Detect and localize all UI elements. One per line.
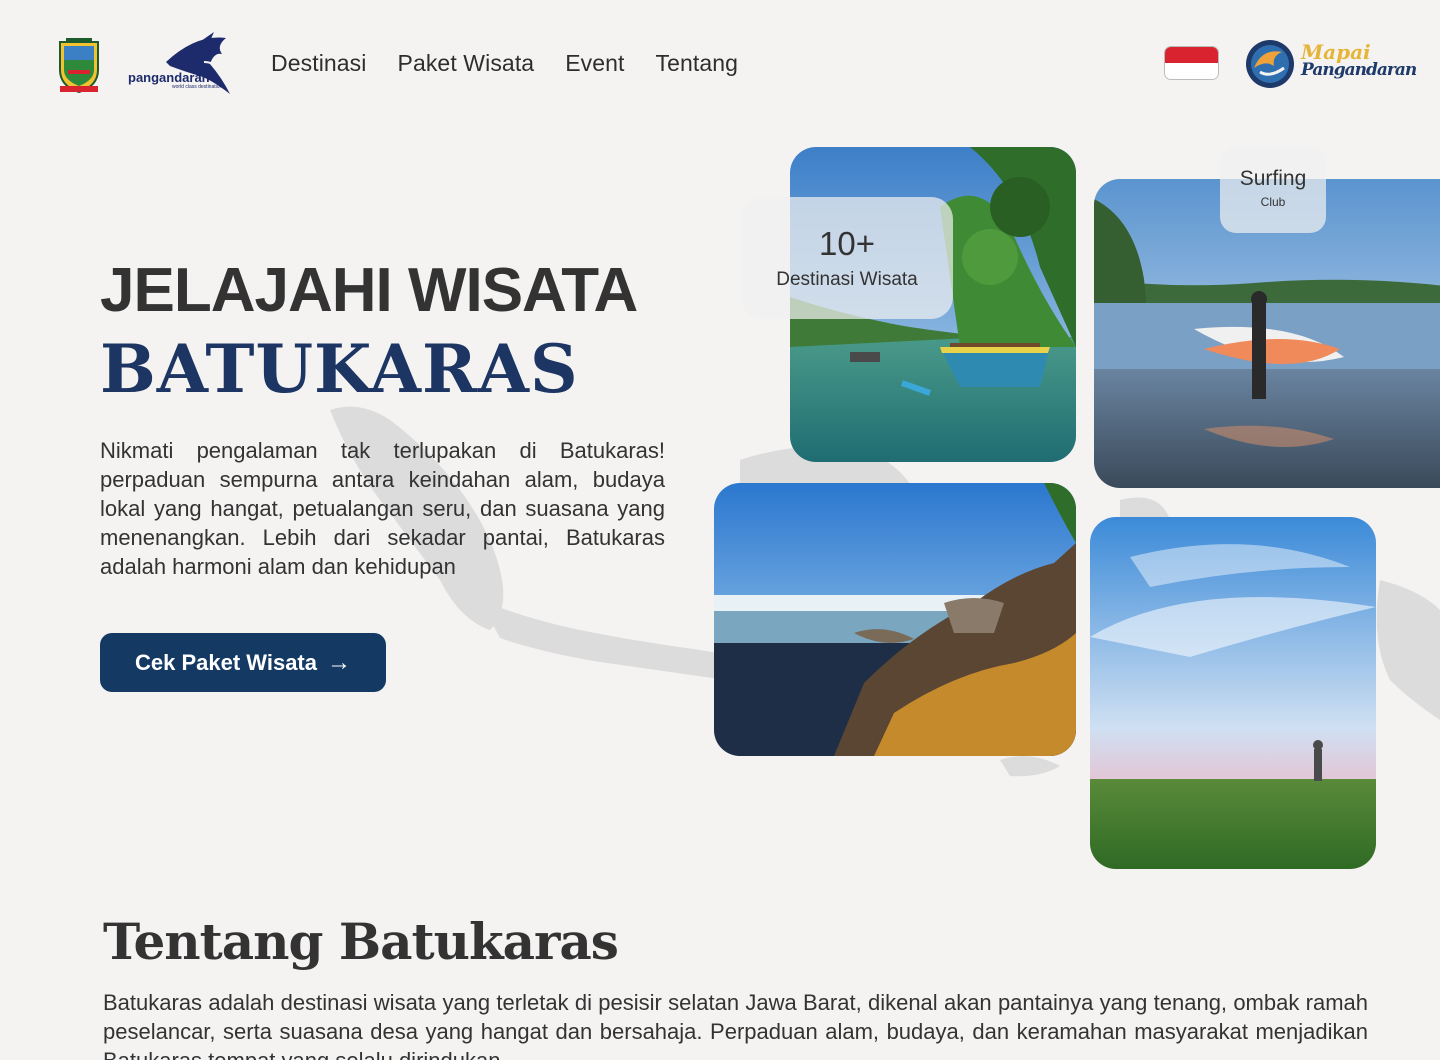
destinations-count: 10+ bbox=[819, 225, 875, 262]
language-switch-id-flag-icon[interactable] bbox=[1164, 46, 1219, 80]
destinations-label: Destinasi Wisata bbox=[776, 269, 918, 290]
pangandaran-logo[interactable]: pangandaran world class destination bbox=[126, 32, 232, 96]
surfing-badge-title: Surfing bbox=[1239, 167, 1307, 190]
photo-rocky-shore[interactable] bbox=[714, 483, 1076, 756]
site-header: pangandaran world class destination Dest… bbox=[0, 0, 1440, 130]
destinations-stat-card: 10+ Destinasi Wisata bbox=[741, 197, 953, 319]
surfing-badge-subtitle: Club bbox=[1260, 195, 1286, 209]
about-text: Batukaras adalah destinasi wisata yang t… bbox=[103, 990, 1368, 1060]
rocky-shore-image bbox=[714, 483, 1076, 756]
nav-destinasi[interactable]: Destinasi bbox=[271, 50, 367, 77]
hero-title-line1: JELAJAHI WISATA bbox=[100, 256, 638, 325]
photo-green-field[interactable] bbox=[1090, 517, 1376, 869]
surfing-club-badge: Surfing Club bbox=[1220, 147, 1326, 233]
pangandaran-tagline: world class destination bbox=[172, 84, 223, 90]
hero-title-line2: BATUKARAS bbox=[100, 330, 579, 408]
flag-white-stripe bbox=[1165, 63, 1218, 79]
hero-description: Nikmati pengalaman tak terlupakan di Bat… bbox=[100, 438, 665, 579]
nav-event[interactable]: Event bbox=[565, 50, 624, 77]
mapai-line2: Pangandaran bbox=[1301, 60, 1417, 80]
mapai-line1: Mapai bbox=[1301, 40, 1371, 64]
wave-globe-icon bbox=[1246, 40, 1294, 88]
green-field-image bbox=[1090, 517, 1376, 869]
nav-tentang[interactable]: Tentang bbox=[656, 50, 739, 77]
mapai-pangandaran-logo[interactable]: Mapai Pangandaran bbox=[1244, 38, 1417, 92]
regency-crest-logo[interactable] bbox=[56, 36, 102, 94]
pangandaran-wordmark: pangandaran bbox=[128, 70, 210, 85]
nav-paket-wisata[interactable]: Paket Wisata bbox=[398, 50, 535, 77]
about-title: Tentang Batukaras bbox=[103, 912, 619, 971]
mapai-wordmark: Mapai Pangandaran bbox=[1301, 40, 1417, 80]
arrow-right-icon: → bbox=[327, 648, 351, 676]
cek-paket-wisata-button[interactable]: Cek Paket Wisata → bbox=[100, 633, 386, 692]
main-nav: Destinasi Paket Wisata Event Tentang bbox=[271, 50, 738, 77]
flag-red-stripe bbox=[1165, 47, 1218, 63]
cta-label: Cek Paket Wisata bbox=[134, 649, 317, 675]
